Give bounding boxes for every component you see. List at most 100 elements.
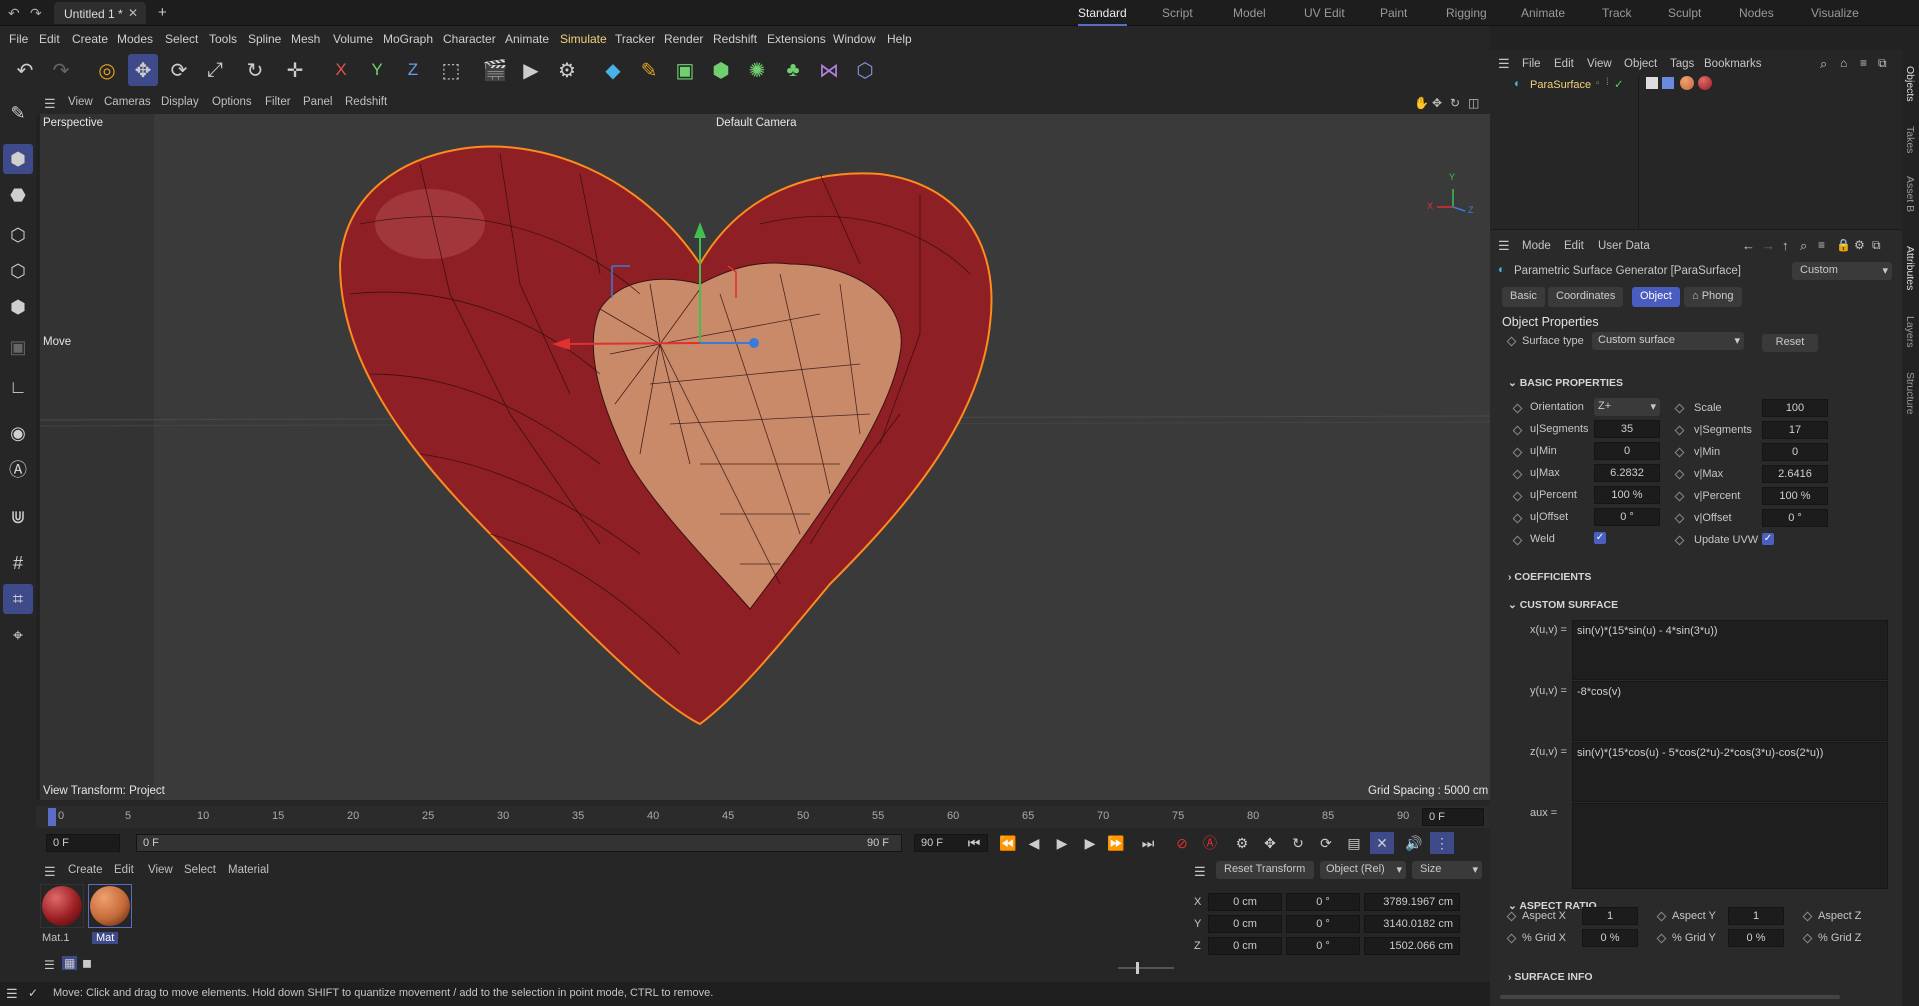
menu-simulate[interactable]: Simulate [560,32,607,46]
menu-help[interactable]: Help [887,32,912,46]
material-hamburger-icon[interactable]: ☰ [44,864,56,880]
obj-menu-file[interactable]: File [1522,58,1541,70]
new-window-icon[interactable]: ⧉ [1878,56,1887,71]
start-frame-field[interactable]: 0 F [46,834,120,852]
menu-tracker[interactable]: Tracker [615,32,655,46]
pos-x-field[interactable]: 0 cm [1208,893,1282,911]
menu-spline[interactable]: Spline [248,32,281,46]
live-selection-icon[interactable]: ◎ [92,54,122,86]
layout-tab-model[interactable]: Model [1233,6,1266,20]
autokey-icon[interactable]: Ⓐ [1198,832,1222,854]
layout-tab-script[interactable]: Script [1162,6,1193,20]
v-min-field[interactable]: 0 [1762,443,1828,461]
workplane-align-icon[interactable]: ⌖ [3,620,33,650]
frame-range-slider[interactable]: 0 F 90 F [136,834,902,852]
side-tab-asset-browser[interactable]: Asset B [1904,176,1916,212]
edit-mode-icon[interactable]: ✎ [3,98,33,128]
redo-history-icon[interactable]: ↷ [30,5,42,22]
home-icon[interactable]: ⌂ [1840,56,1847,70]
auto-solo-icon[interactable]: Ⓐ [3,454,33,484]
menu-tools[interactable]: Tools [209,32,237,46]
viewport-hamburger-icon[interactable]: ☰ [44,96,56,112]
key-point-icon[interactable]: ✕ [1370,832,1394,854]
vp-menu-view[interactable]: View [68,96,93,108]
grid-y-field[interactable]: 0 % [1728,929,1784,947]
undo-icon[interactable]: ↶ [10,54,40,86]
size-y-field[interactable]: 3140.0182 cm [1364,915,1460,933]
surface-type-dropdown[interactable]: Custom surface ▾ [1592,332,1744,350]
pos-y-field[interactable]: 0 cm [1208,915,1282,933]
3d-viewport[interactable]: Perspective Default Camera Move View Tra… [40,114,1490,800]
vp-menu-cameras[interactable]: Cameras [104,96,151,108]
timeline-ruler[interactable]: 0 5 10 15 20 25 30 35 40 45 50 55 60 65 … [36,806,1490,828]
tag-icon-1[interactable] [1646,77,1658,89]
field-icon[interactable]: ⬡ [850,54,880,86]
vp-menu-display[interactable]: Display [161,96,199,108]
vp-menu-options[interactable]: Options [212,96,252,108]
material-tag-mat[interactable] [1680,76,1694,90]
layout-tab-uv-edit[interactable]: UV Edit [1304,6,1345,20]
horizontal-scrollbar[interactable] [1500,995,1840,999]
redo-icon[interactable]: ↷ [46,54,76,86]
objmgr-hamburger-icon[interactable]: ☰ [1498,56,1510,72]
render-settings-icon[interactable]: ⚙ [552,54,582,86]
coefficients-header[interactable]: › COEFFICIENTS [1508,571,1591,583]
menu-select[interactable]: Select [165,32,198,46]
edges-mode-icon[interactable]: ⬡ [3,256,33,286]
texture-mode-icon[interactable]: ⬣ [3,180,33,210]
close-tab-icon[interactable]: ✕ [128,6,138,20]
deformer-icon[interactable]: ⋈ [814,54,844,86]
attr-menu-mode[interactable]: Mode [1522,240,1551,252]
side-tab-takes[interactable]: Takes [1904,126,1916,153]
reset-button[interactable]: Reset [1762,334,1818,352]
maximize-view-icon[interactable]: ◫ [1468,96,1479,110]
settings-icon[interactable]: ⚙ [1854,238,1865,252]
undo-history-icon[interactable]: ↶ [8,5,20,22]
u-percent-field[interactable]: 100 % [1594,486,1660,504]
current-frame-field[interactable]: 0 F [1422,808,1484,826]
grid-icon[interactable]: # [3,548,33,578]
layout-tab-track[interactable]: Track [1602,6,1632,20]
menu-file[interactable]: File [9,32,28,46]
new-tab-icon[interactable]: + [158,4,167,21]
update-uvw-checkbox[interactable]: ✓ [1762,533,1774,545]
points-mode-icon[interactable]: ⬡ [3,220,33,250]
preset-dropdown[interactable]: Custom ▾ [1792,262,1892,280]
attr-menu-edit[interactable]: Edit [1564,240,1584,252]
mat-menu-material[interactable]: Material [228,864,269,876]
menu-create[interactable]: Create [72,32,108,46]
obj-menu-edit[interactable]: Edit [1554,58,1574,70]
mat-menu-view[interactable]: View [148,864,173,876]
y-formula-field[interactable]: -8*cos(v) [1572,681,1888,741]
key-scale-icon[interactable]: ⟳ [1314,832,1338,854]
status-hamburger-icon[interactable]: ☰ [6,986,18,1002]
layout-tab-rigging[interactable]: Rigging [1446,6,1487,20]
vp-menu-filter[interactable]: Filter [265,96,291,108]
size-mode-dropdown[interactable]: Size ▾ [1412,861,1482,879]
aspect-y-field[interactable]: 1 [1728,907,1784,925]
obj-menu-bookmarks[interactable]: Bookmarks [1704,58,1762,70]
grid-view-icon[interactable]: ▦ [62,956,78,970]
attr-menu-user-data[interactable]: User Data [1598,240,1650,252]
up-arrow-icon[interactable]: ↑ [1782,238,1789,253]
size-x-field[interactable]: 3789.1967 cm [1364,893,1460,911]
go-to-end-icon[interactable]: ⏭ [1136,832,1160,854]
x-axis-lock[interactable]: X [326,54,356,86]
z-formula-field[interactable]: sin(v)*(15*cos(u) - 5*cos(2*u)-2*cos(3*u… [1572,742,1888,802]
grid-x-field[interactable]: 0 % [1582,929,1638,947]
layout-tab-nodes[interactable]: Nodes [1739,6,1774,20]
side-tab-objects[interactable]: Objects [1904,66,1916,102]
tag-icon-2[interactable] [1662,77,1674,89]
visibility-dots-icon[interactable]: ⁞ [1606,77,1609,88]
attr-search-icon[interactable]: ⌕ [1800,238,1807,254]
mat-menu-edit[interactable]: Edit [114,864,134,876]
z-axis-lock[interactable]: Z [398,54,428,86]
attr-hamburger-icon[interactable]: ☰ [1498,238,1510,254]
record-icon[interactable]: ⊘ [1170,832,1194,854]
go-to-start-icon[interactable]: ⏮ [962,832,986,854]
menu-redshift[interactable]: Redshift [713,32,757,46]
tab-object[interactable]: Object [1632,287,1680,307]
pan-icon[interactable]: ✋ [1414,96,1429,110]
large-view-icon[interactable]: ◼ [82,956,92,970]
u-min-field[interactable]: 0 [1594,442,1660,460]
